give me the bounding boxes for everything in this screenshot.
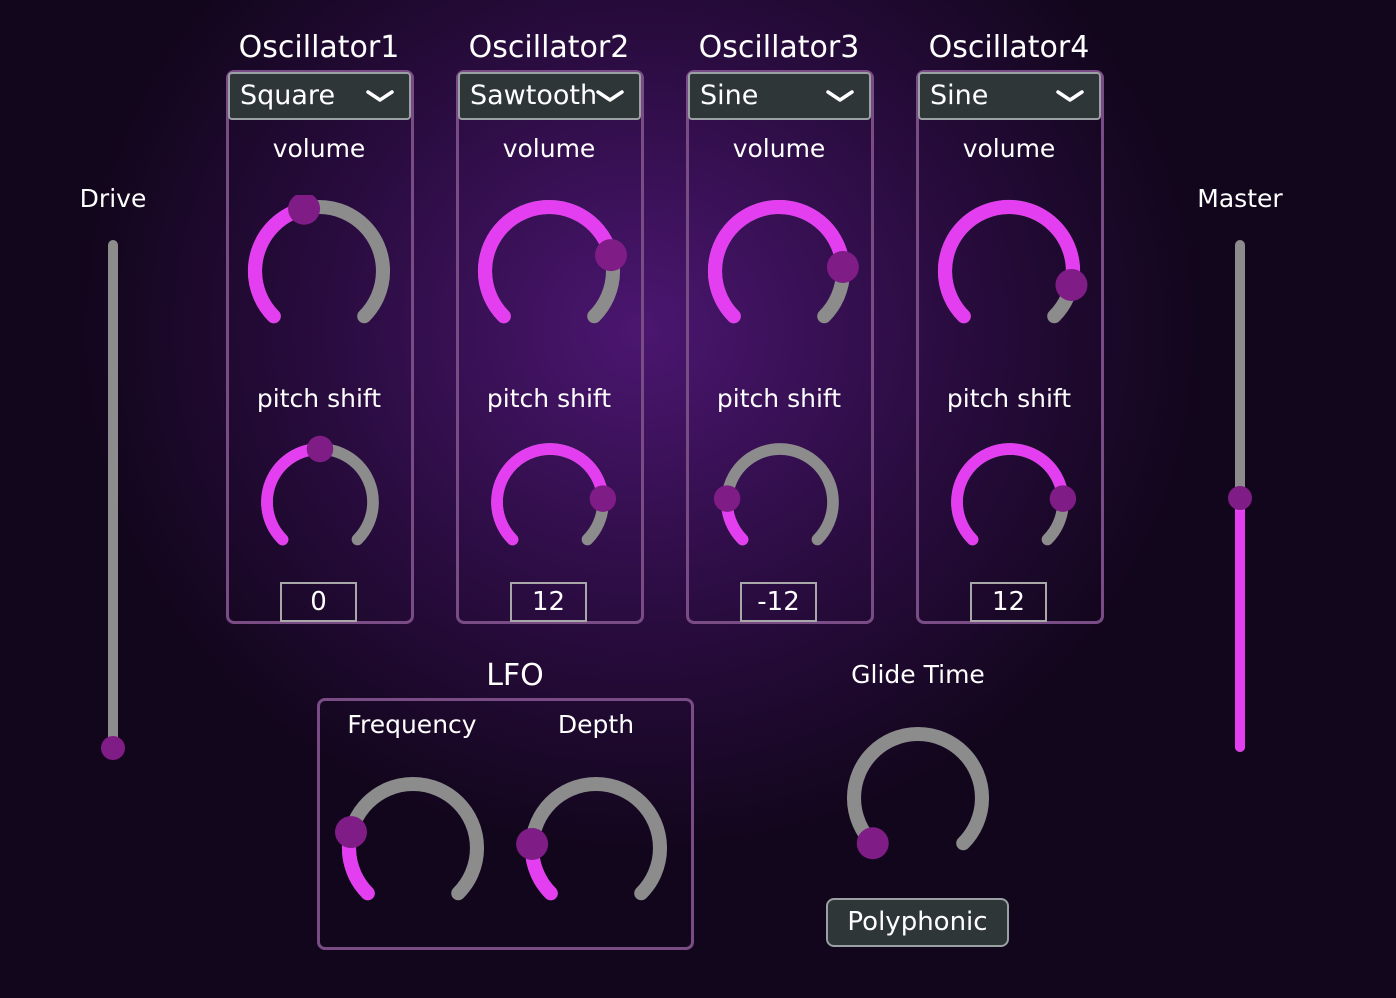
oscillator2-waveform-dropdown[interactable]: Sawtooth bbox=[458, 72, 641, 120]
knob-value-arc bbox=[938, 199, 1081, 324]
drive-slider-track bbox=[108, 240, 118, 750]
drive-label: Drive bbox=[79, 184, 147, 213]
glide-time-knob[interactable] bbox=[836, 720, 1001, 870]
polyphonic-toggle-button[interactable]: Polyphonic bbox=[826, 898, 1009, 947]
chevron-down-icon bbox=[1056, 90, 1084, 102]
knob-track bbox=[846, 726, 990, 851]
knob-thumb[interactable] bbox=[713, 485, 741, 512]
oscillator2-volume-label: volume bbox=[502, 134, 596, 163]
oscillator3-volume-knob[interactable] bbox=[699, 195, 859, 345]
knob-thumb[interactable] bbox=[1055, 268, 1088, 301]
chevron-down-icon bbox=[826, 90, 854, 102]
oscillator3-title: Oscillator3 bbox=[698, 30, 860, 65]
knob-track bbox=[721, 443, 839, 546]
oscillator4-volume-label: volume bbox=[962, 134, 1056, 163]
lfo-depth-label: Depth bbox=[557, 710, 635, 739]
glide-time-label: Glide Time bbox=[851, 660, 985, 689]
knob-value-arc bbox=[261, 443, 326, 546]
knob-thumb[interactable] bbox=[589, 485, 617, 512]
oscillator1-volume-label: volume bbox=[272, 134, 366, 163]
master-slider-thumb[interactable] bbox=[1228, 486, 1252, 510]
oscillator4-pitch-knob[interactable] bbox=[939, 432, 1079, 562]
knob-thumb[interactable] bbox=[335, 816, 368, 849]
knob-thumb[interactable] bbox=[856, 827, 889, 860]
oscillator3-pitch-value[interactable]: -12 bbox=[740, 582, 817, 622]
knob-track bbox=[524, 776, 668, 901]
knob-thumb[interactable] bbox=[594, 239, 627, 272]
oscillator2-title: Oscillator2 bbox=[468, 30, 630, 65]
lfo-title: LFO bbox=[486, 658, 544, 693]
oscillator1-volume-knob[interactable] bbox=[239, 195, 399, 345]
knob-value-arc bbox=[951, 443, 1069, 546]
master-slider-fill bbox=[1235, 498, 1245, 752]
oscillator2-waveform-value: Sawtooth bbox=[470, 80, 598, 111]
oscillator4-pitch-value[interactable]: 12 bbox=[970, 582, 1047, 622]
oscillator1-pitch-knob[interactable] bbox=[249, 432, 389, 562]
master-label: Master bbox=[1197, 184, 1283, 213]
oscillator3-pitch-knob[interactable] bbox=[709, 432, 849, 562]
knob-value-arc bbox=[707, 199, 850, 324]
oscillator1-waveform-dropdown[interactable]: Square bbox=[228, 72, 411, 120]
oscillator1-title: Oscillator1 bbox=[238, 30, 400, 65]
oscillator4-waveform-value: Sine bbox=[930, 80, 989, 111]
lfo-depth-knob[interactable] bbox=[514, 770, 679, 920]
oscillator4-volume-knob[interactable] bbox=[929, 195, 1089, 345]
oscillator4-title: Oscillator4 bbox=[928, 30, 1090, 65]
oscillator1-pitch-value[interactable]: 0 bbox=[280, 582, 357, 622]
knob-thumb[interactable] bbox=[826, 250, 859, 283]
knob-value-arc bbox=[477, 199, 619, 324]
chevron-down-icon bbox=[366, 90, 394, 102]
oscillator1-waveform-value: Square bbox=[240, 80, 336, 111]
oscillator4-waveform-dropdown[interactable]: Sine bbox=[918, 72, 1101, 120]
oscillator1-pitch-label: pitch shift bbox=[256, 384, 382, 413]
knob-track bbox=[341, 776, 485, 901]
chevron-down-icon bbox=[596, 90, 624, 102]
drive-slider-thumb[interactable] bbox=[101, 736, 125, 760]
oscillator2-pitch-knob[interactable] bbox=[479, 432, 619, 562]
oscillator2-volume-knob[interactable] bbox=[469, 195, 629, 345]
oscillator2-pitch-value[interactable]: 12 bbox=[510, 582, 587, 622]
oscillator3-pitch-label: pitch shift bbox=[716, 384, 842, 413]
oscillator3-waveform-value: Sine bbox=[700, 80, 759, 111]
oscillator2-pitch-label: pitch shift bbox=[486, 384, 612, 413]
oscillator3-waveform-dropdown[interactable]: Sine bbox=[688, 72, 871, 120]
knob-value-arc bbox=[247, 201, 312, 324]
knob-thumb[interactable] bbox=[306, 435, 334, 463]
lfo-frequency-knob[interactable] bbox=[331, 770, 496, 920]
knob-thumb[interactable] bbox=[1049, 485, 1077, 512]
knob-thumb[interactable] bbox=[516, 827, 549, 860]
oscillator3-volume-label: volume bbox=[732, 134, 826, 163]
knob-value-arc bbox=[491, 443, 609, 546]
oscillator4-pitch-label: pitch shift bbox=[946, 384, 1072, 413]
